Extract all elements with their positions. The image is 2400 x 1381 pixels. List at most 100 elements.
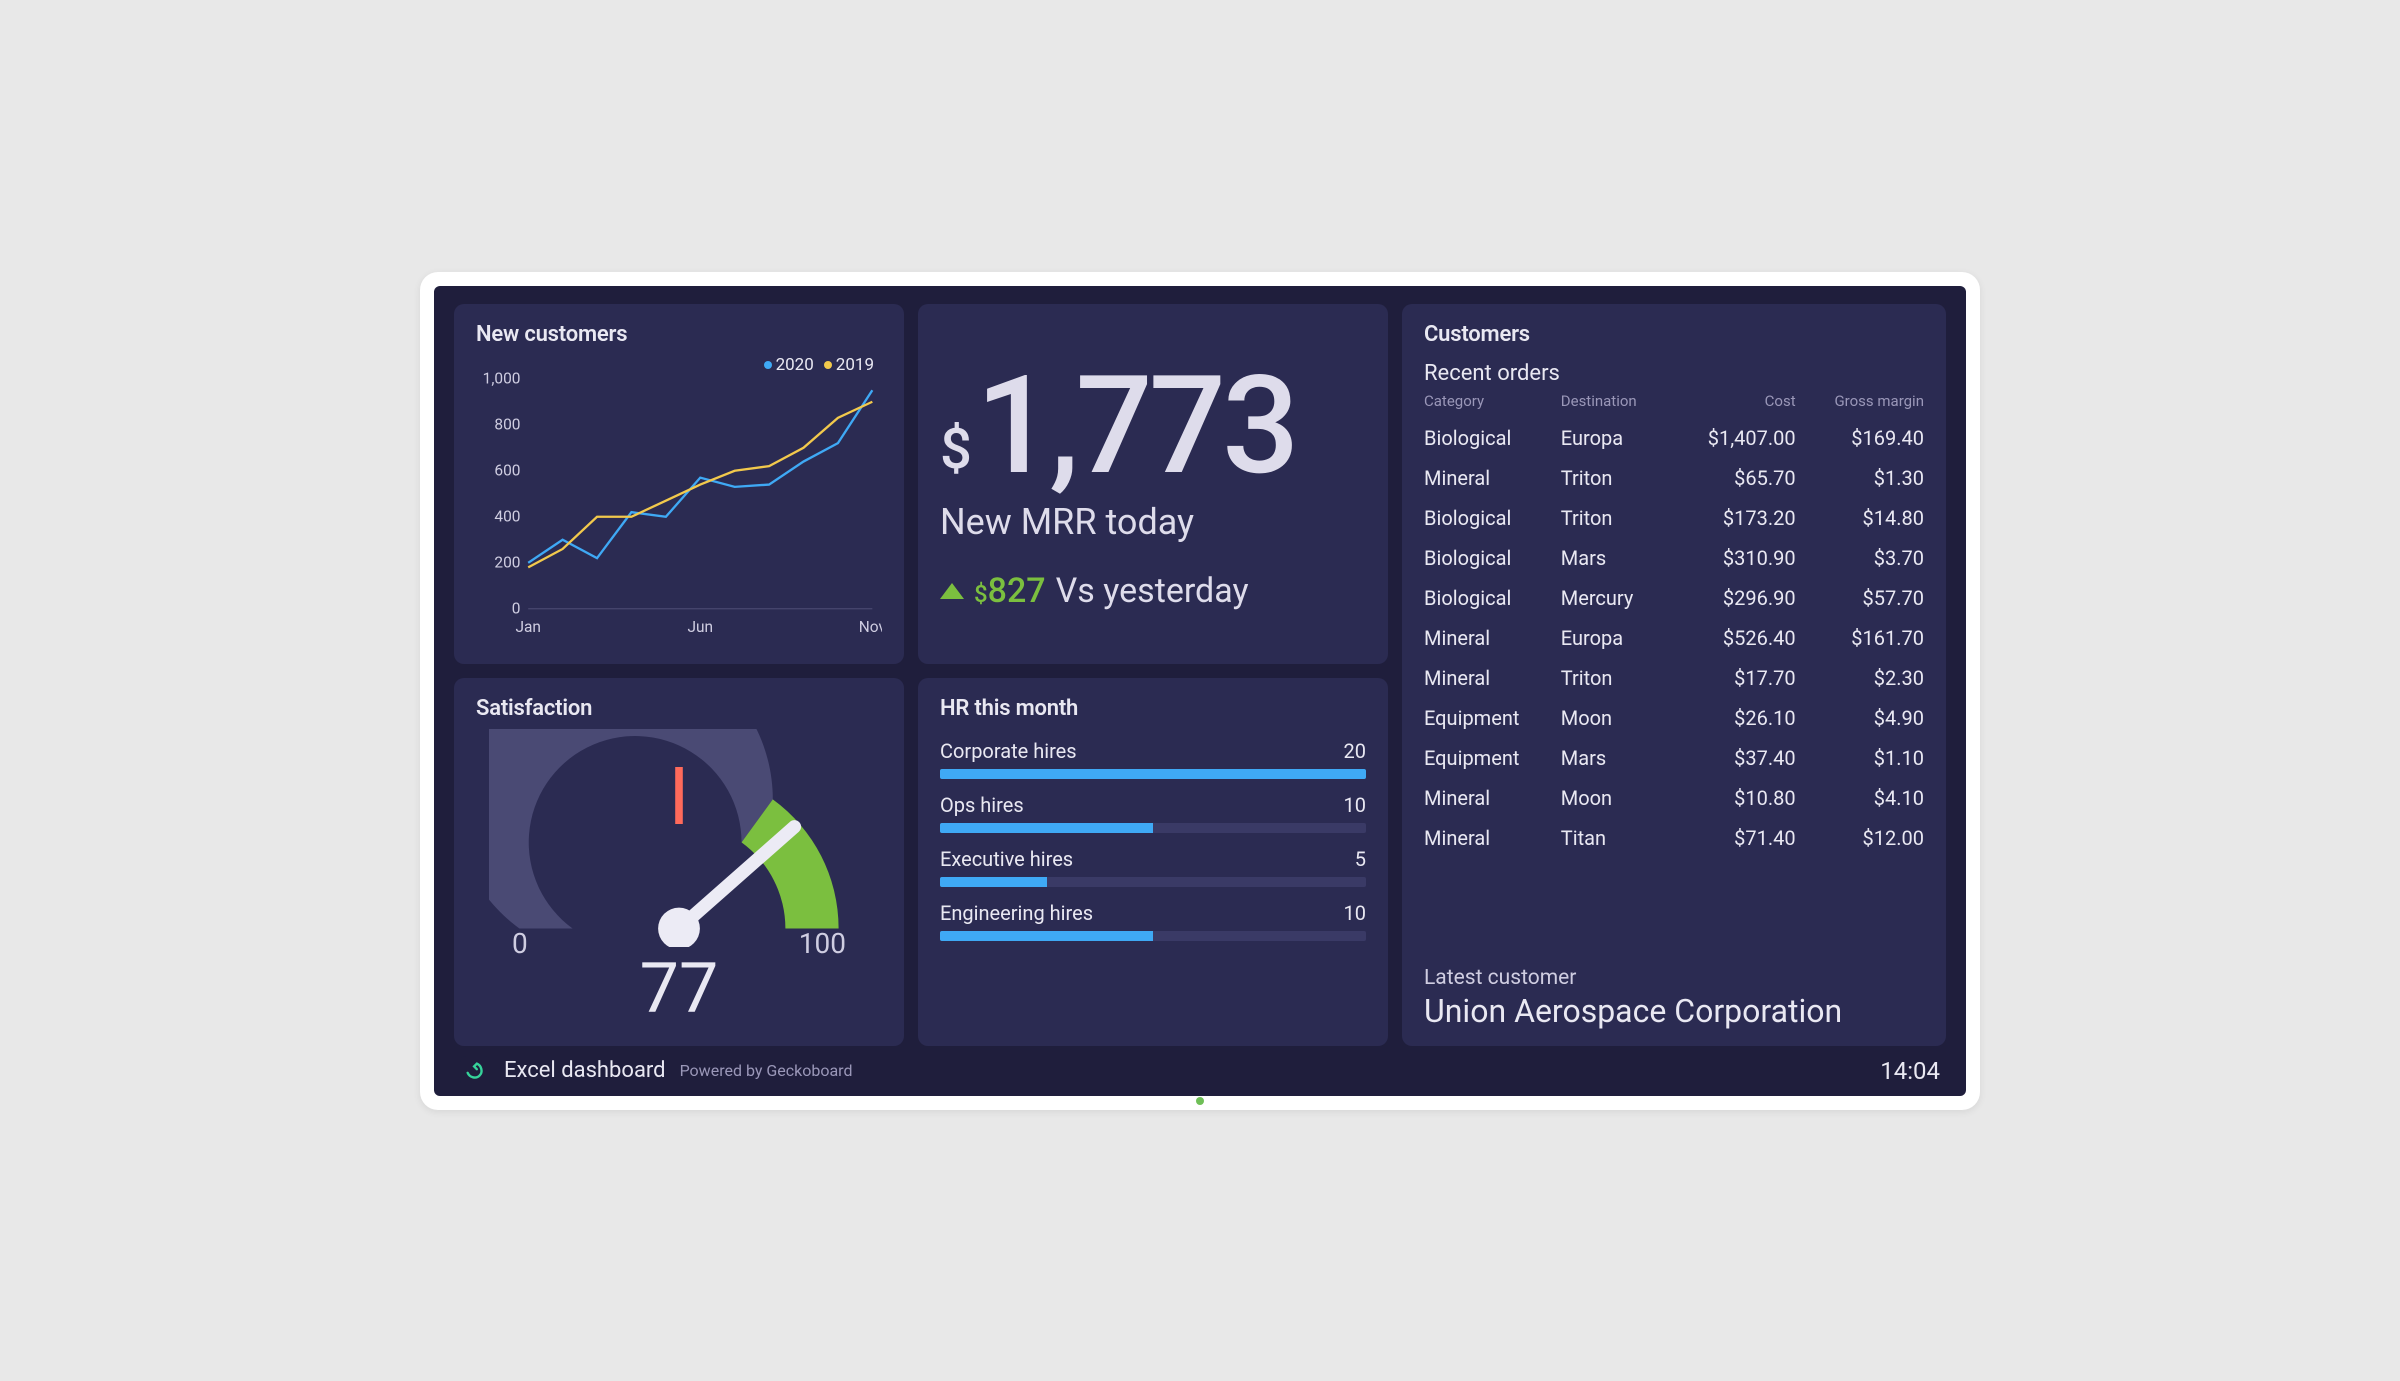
svg-text:Nov: Nov bbox=[859, 618, 882, 636]
hr-bar bbox=[940, 823, 1366, 833]
table-row: Mineral Triton $17.70 $2.30 bbox=[1424, 658, 1924, 698]
hr-bar-fill bbox=[940, 769, 1366, 779]
table-row: Equipment Mars $37.40 $1.10 bbox=[1424, 738, 1924, 778]
hr-bar-fill bbox=[940, 823, 1153, 833]
cell-gross-margin: $2.30 bbox=[1796, 658, 1924, 698]
cell-gross-margin: $1.10 bbox=[1796, 738, 1924, 778]
cell-gross-margin: $4.90 bbox=[1796, 698, 1924, 738]
cell-category: Biological bbox=[1424, 418, 1561, 458]
hr-bar bbox=[940, 931, 1366, 941]
cell-cost: $71.40 bbox=[1670, 818, 1796, 858]
legend-label: 2019 bbox=[836, 355, 874, 375]
hr-bar bbox=[940, 769, 1366, 779]
latest-customer-label: Latest customer bbox=[1424, 966, 1924, 990]
cell-cost: $65.70 bbox=[1670, 458, 1796, 498]
cell-destination: Titan bbox=[1561, 818, 1670, 858]
table-row: Mineral Triton $65.70 $1.30 bbox=[1424, 458, 1924, 498]
cell-gross-margin: $1.30 bbox=[1796, 458, 1924, 498]
cell-category: Mineral bbox=[1424, 818, 1561, 858]
mrr-delta-amount: $827 bbox=[974, 571, 1046, 611]
cell-gross-margin: $57.70 bbox=[1796, 578, 1924, 618]
table-row: Mineral Europa $526.40 $161.70 bbox=[1424, 618, 1924, 658]
cell-cost: $310.90 bbox=[1670, 538, 1796, 578]
cell-gross-margin: $4.10 bbox=[1796, 778, 1924, 818]
cell-destination: Triton bbox=[1561, 498, 1670, 538]
svg-text:1,000: 1,000 bbox=[483, 369, 521, 387]
cell-category: Biological bbox=[1424, 538, 1561, 578]
cell-destination: Triton bbox=[1561, 458, 1670, 498]
gauge-svg bbox=[489, 729, 869, 948]
hr-label: Corporate hires bbox=[940, 739, 1077, 763]
dashboard-screen: New customers 2020 2019 02004006008001,0… bbox=[434, 286, 1966, 1096]
clock: 14:04 bbox=[1880, 1057, 1940, 1085]
hr-label: Ops hires bbox=[940, 793, 1024, 817]
cell-cost: $173.20 bbox=[1670, 498, 1796, 538]
table-row: Biological Triton $173.20 $14.80 bbox=[1424, 498, 1924, 538]
hr-row: Ops hires 10 bbox=[940, 793, 1366, 833]
cell-category: Biological bbox=[1424, 498, 1561, 538]
hr-row: Corporate hires 20 bbox=[940, 739, 1366, 779]
cell-cost: $526.40 bbox=[1670, 618, 1796, 658]
cell-destination: Mercury bbox=[1561, 578, 1670, 618]
cell-category: Equipment bbox=[1424, 698, 1561, 738]
svg-text:0: 0 bbox=[512, 599, 521, 617]
panel-hr: HR this month Corporate hires 20 Ops hir… bbox=[918, 678, 1388, 1046]
cell-cost: $37.40 bbox=[1670, 738, 1796, 778]
orders-table: Category Destination Cost Gross margin B… bbox=[1424, 388, 1924, 858]
hr-row: Engineering hires 10 bbox=[940, 901, 1366, 941]
cell-gross-margin: $12.00 bbox=[1796, 818, 1924, 858]
cell-destination: Europa bbox=[1561, 618, 1670, 658]
panel-title: Satisfaction bbox=[476, 696, 882, 721]
cell-category: Mineral bbox=[1424, 658, 1561, 698]
device-frame: New customers 2020 2019 02004006008001,0… bbox=[420, 272, 1980, 1110]
legend-item-2020: 2020 bbox=[764, 355, 814, 375]
line-chart-svg: 02004006008001,000JanJunNov bbox=[476, 355, 882, 648]
table-row: Biological Mars $310.90 $3.70 bbox=[1424, 538, 1924, 578]
cell-category: Biological bbox=[1424, 578, 1561, 618]
legend-label: 2020 bbox=[776, 355, 814, 375]
cell-category: Mineral bbox=[1424, 458, 1561, 498]
cell-category: Mineral bbox=[1424, 618, 1561, 658]
hr-label: Executive hires bbox=[940, 847, 1073, 871]
svg-text:Jan: Jan bbox=[515, 618, 540, 636]
table-row: Mineral Titan $71.40 $12.00 bbox=[1424, 818, 1924, 858]
cell-cost: $10.80 bbox=[1670, 778, 1796, 818]
svg-text:200: 200 bbox=[494, 553, 520, 571]
cell-destination: Triton bbox=[1561, 658, 1670, 698]
latest-customer: Latest customer Union Aerospace Corporat… bbox=[1424, 952, 1924, 1030]
mrr-value: 1,773 bbox=[976, 359, 1296, 495]
cell-destination: Moon bbox=[1561, 778, 1670, 818]
hr-value: 5 bbox=[1355, 847, 1366, 871]
cell-destination: Moon bbox=[1561, 698, 1670, 738]
panel-title: Customers bbox=[1424, 322, 1924, 347]
hr-bar-fill bbox=[940, 931, 1153, 941]
hr-value: 20 bbox=[1344, 739, 1366, 763]
col-gross-margin: Gross margin bbox=[1796, 388, 1924, 418]
panel-title: HR this month bbox=[940, 696, 1366, 721]
cell-gross-margin: $14.80 bbox=[1796, 498, 1924, 538]
panel-subtitle: Recent orders bbox=[1424, 361, 1924, 386]
cell-gross-margin: $3.70 bbox=[1796, 538, 1924, 578]
table-row: Biological Europa $1,407.00 $169.40 bbox=[1424, 418, 1924, 458]
cell-destination: Europa bbox=[1561, 418, 1670, 458]
cell-destination: Mars bbox=[1561, 538, 1670, 578]
dashboard-name: Excel dashboard bbox=[504, 1058, 666, 1083]
dashboard-footer: Excel dashboard Powered by Geckoboard 14… bbox=[454, 1046, 1946, 1088]
hr-bar-fill bbox=[940, 877, 1047, 887]
cell-cost: $17.70 bbox=[1670, 658, 1796, 698]
col-category: Category bbox=[1424, 388, 1561, 418]
hr-rows: Corporate hires 20 Ops hires 10 Exec bbox=[940, 739, 1366, 941]
mrr-label: New MRR today bbox=[940, 501, 1366, 543]
cell-gross-margin: $161.70 bbox=[1796, 618, 1924, 658]
cell-gross-margin: $169.40 bbox=[1796, 418, 1924, 458]
mrr-delta-row: $827 Vs yesterday bbox=[940, 571, 1366, 611]
cell-category: Equipment bbox=[1424, 738, 1561, 778]
hr-row: Executive hires 5 bbox=[940, 847, 1366, 887]
table-header-row: Category Destination Cost Gross margin bbox=[1424, 388, 1924, 418]
mrr-currency: $ bbox=[940, 416, 972, 482]
cell-category: Mineral bbox=[1424, 778, 1561, 818]
panel-customers: Customers Recent orders Category Destina… bbox=[1402, 304, 1946, 1046]
brand-logo-icon bbox=[460, 1056, 490, 1086]
panel-new-customers: New customers 2020 2019 02004006008001,0… bbox=[454, 304, 904, 664]
hr-label: Engineering hires bbox=[940, 901, 1093, 925]
